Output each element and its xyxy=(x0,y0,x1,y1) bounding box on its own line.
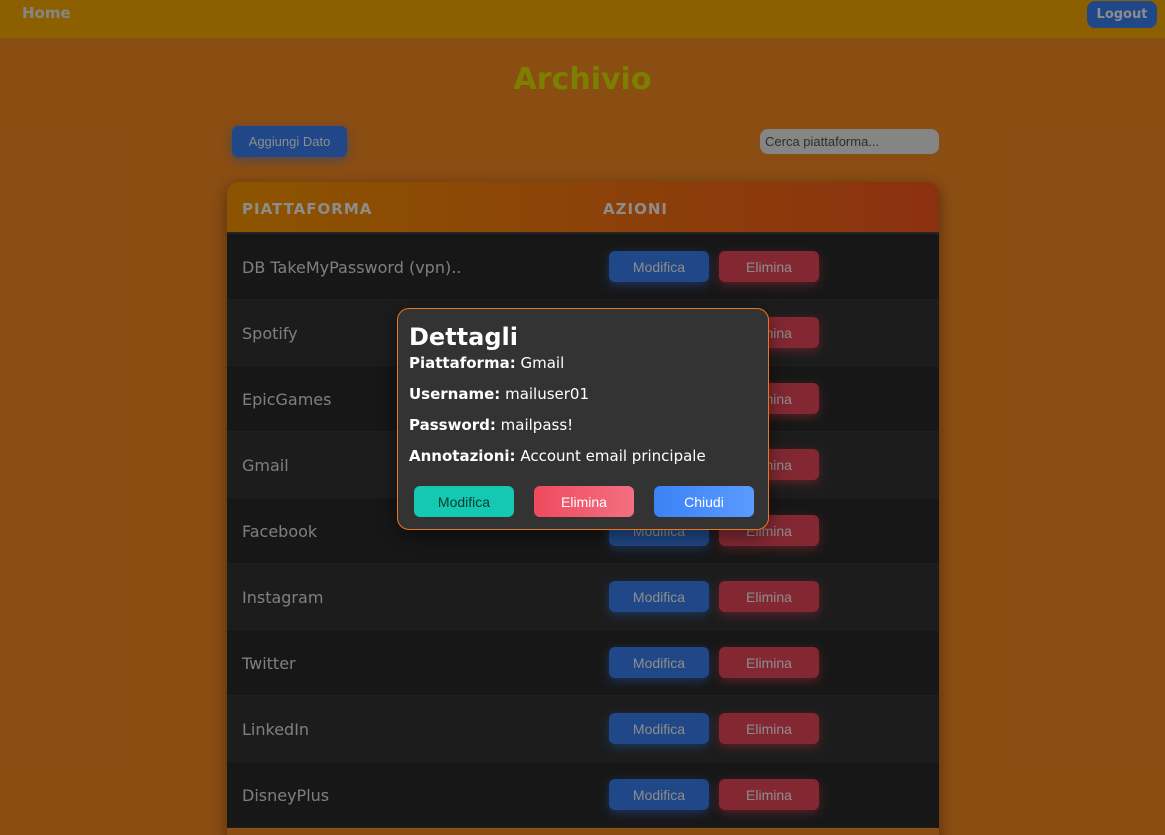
modal-password-line: Password: mailpass! xyxy=(409,416,573,434)
modal-notes-line: Annotazioni: Account email principale xyxy=(409,447,706,465)
modal-title: Dettagli xyxy=(409,323,518,351)
notes-value: Account email principale xyxy=(520,447,706,465)
modal-edit-button[interactable]: Modifica xyxy=(414,486,514,517)
modal-delete-button[interactable]: Elimina xyxy=(534,486,634,517)
password-value: mailpass! xyxy=(500,416,574,434)
notes-label: Annotazioni: xyxy=(409,447,516,465)
platform-label: Piattaforma: xyxy=(409,354,516,372)
platform-value: Gmail xyxy=(520,354,565,372)
modal-close-button[interactable]: Chiudi xyxy=(654,486,754,517)
details-modal: Dettagli Piattaforma: Gmail Username: ma… xyxy=(397,308,769,530)
modal-username-line: Username: mailuser01 xyxy=(409,385,589,403)
username-value: mailuser01 xyxy=(505,385,590,403)
username-label: Username: xyxy=(409,385,501,403)
password-label: Password: xyxy=(409,416,496,434)
modal-platform-line: Piattaforma: Gmail xyxy=(409,354,564,372)
